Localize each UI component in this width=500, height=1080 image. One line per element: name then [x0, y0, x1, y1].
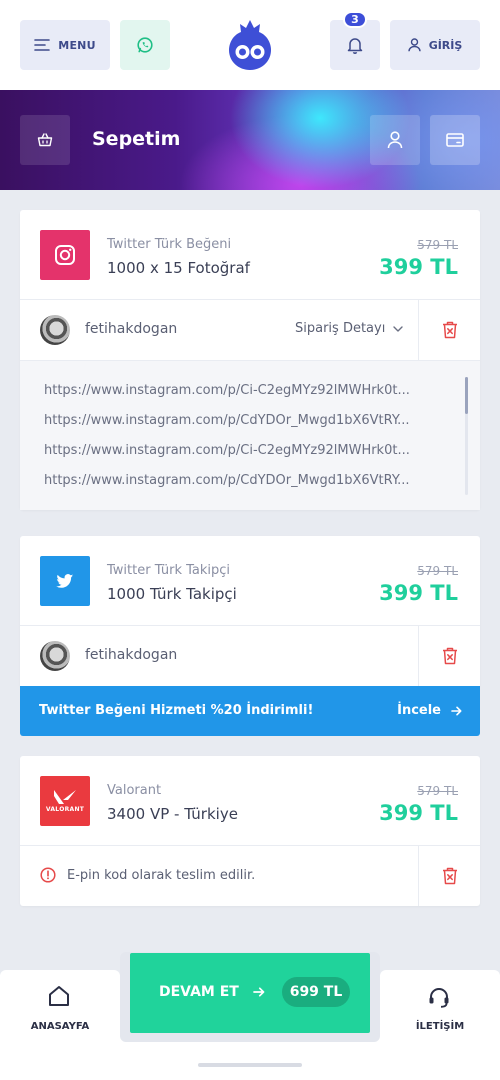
promo-link[interactable]: İncele [397, 703, 462, 718]
cart-item: Twitter Türk Beğeni 1000 x 15 Fotoğraf 5… [20, 210, 480, 510]
arrow-right-icon [451, 706, 462, 715]
order-detail-toggle[interactable]: Sipariş Detayı [295, 321, 404, 336]
avatar [40, 315, 70, 345]
user-row: fetihakdogan [20, 626, 480, 686]
login-button[interactable]: GİRİŞ [390, 20, 480, 70]
credit-card-icon [446, 133, 464, 147]
continue-text: DEVAM ET [159, 984, 239, 1000]
cart-item: Twitter Türk Takipçi 1000 Türk Takipçi 5… [20, 536, 480, 686]
trash-icon [442, 321, 457, 339]
basket-button[interactable] [20, 115, 70, 165]
product-row: Twitter Türk Beğeni 1000 x 15 Fotoğraf 5… [20, 210, 480, 300]
delivery-notice: E-pin kod olarak teslim edilir. [67, 868, 256, 883]
nav-contact-label: İLETİŞİM [415, 1021, 465, 1032]
valorant-logo: VALORANT [40, 776, 90, 826]
user-row: fetihakdogan Sipariş Detayı [20, 300, 480, 360]
bottom-nav: ANASAYFA DEVAM ET 699 TL İLETİŞİM [0, 952, 500, 1080]
product-name: 1000 x 15 Fotoğraf [107, 259, 250, 277]
old-price: 579 TL [417, 784, 458, 798]
scrollbar-thumb[interactable] [465, 377, 468, 414]
order-url: https://www.instagram.com/p/Ci-C2egMYz92… [44, 443, 410, 458]
price: 399 TL [379, 581, 458, 605]
product-name: 1000 Türk Takipçi [107, 585, 237, 603]
delete-button[interactable] [418, 300, 480, 360]
whatsapp-icon [137, 37, 153, 53]
avatar [40, 641, 70, 671]
nav-home[interactable]: ANASAYFA [0, 970, 120, 1080]
promo-text: Twitter Beğeni Hizmeti %20 İndirimli! [39, 703, 314, 718]
cart-total: 699 TL [282, 977, 350, 1007]
order-detail-label: Sipariş Detayı [295, 321, 386, 336]
product-category: Twitter Türk Takipçi [107, 563, 231, 578]
payment-button[interactable] [430, 115, 480, 165]
bell-icon [347, 38, 363, 54]
old-price: 579 TL [417, 564, 458, 578]
notification-badge: 3 [343, 11, 367, 28]
product-row: Twitter Türk Takipçi 1000 Türk Takipçi 5… [20, 536, 480, 626]
page-banner: Sepetim [0, 90, 500, 190]
continue-label: DEVAM ET [159, 984, 265, 1000]
nav-contact[interactable]: İLETİŞİM [380, 970, 500, 1080]
order-url: https://www.instagram.com/p/Ci-C2egMYz92… [44, 383, 410, 398]
username: fetihakdogan [85, 321, 178, 337]
delete-button[interactable] [418, 846, 480, 906]
promo-banner[interactable]: Twitter Beğeni Hizmeti %20 İndirimli! İn… [20, 686, 480, 736]
instagram-icon [40, 230, 90, 280]
delivery-notice-row: E-pin kod olarak teslim edilir. [20, 846, 480, 906]
chevron-down-icon [393, 325, 404, 332]
product-row: VALORANT Valorant 3400 VP - Türkiye 579 … [20, 756, 480, 846]
product-name: 3400 VP - Türkiye [107, 805, 238, 823]
trash-icon [442, 867, 457, 885]
menu-button[interactable]: MENU [20, 20, 110, 70]
home-indicator [198, 1063, 302, 1067]
username: fetihakdogan [85, 647, 178, 663]
account-button[interactable] [370, 115, 420, 165]
price: 399 TL [379, 801, 458, 825]
order-url: https://www.instagram.com/p/CdYDOr_Mwgd1… [44, 413, 410, 428]
nav-home-label: ANASAYFA [30, 1021, 90, 1032]
order-url-list[interactable]: https://www.instagram.com/p/Ci-C2egMYz92… [20, 360, 480, 510]
basket-icon [37, 133, 53, 147]
site-logo[interactable] [226, 16, 274, 72]
whatsapp-button[interactable] [120, 20, 170, 70]
promo-link-label: İncele [397, 703, 441, 718]
headset-icon [429, 988, 449, 1008]
arrow-right-icon [252, 987, 265, 997]
delete-button[interactable] [418, 626, 480, 686]
hamburger-icon [34, 39, 51, 51]
menu-label: MENU [58, 38, 96, 52]
top-bar: MENU 3 GİRİŞ [0, 0, 500, 90]
home-icon [49, 986, 69, 1006]
valorant-wordmark: VALORANT [45, 806, 85, 813]
product-category: Valorant [107, 783, 162, 798]
info-icon [40, 867, 56, 883]
twitter-icon [40, 556, 90, 606]
product-category: Twitter Türk Beğeni [107, 237, 232, 252]
cart-item: VALORANT Valorant 3400 VP - Türkiye 579 … [20, 756, 480, 906]
user-icon [387, 131, 403, 149]
trash-icon [442, 647, 457, 665]
user-icon [407, 38, 421, 52]
page-title: Sepetim [92, 128, 181, 150]
price: 399 TL [379, 255, 458, 279]
continue-button[interactable]: DEVAM ET 699 TL [130, 953, 370, 1033]
login-label: GİRİŞ [428, 38, 463, 52]
old-price: 579 TL [417, 238, 458, 252]
order-url: https://www.instagram.com/p/CdYDOr_Mwgd1… [44, 473, 410, 488]
